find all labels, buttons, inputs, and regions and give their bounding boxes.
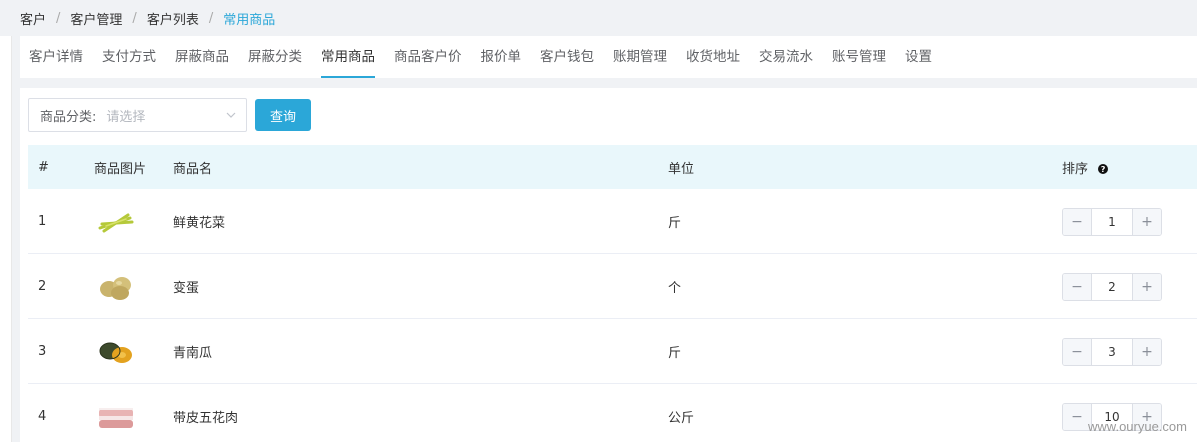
sort-stepper: − 1 +	[1062, 207, 1162, 236]
breadcrumb-item[interactable]: 客户管理	[70, 9, 122, 28]
main-panel: 商品分类: 请选择 查询 # 商品图片 商品名 单位 排序? 1 鲜黄花菜 斤 …	[20, 88, 1197, 442]
category-select-placeholder: 请选择	[106, 109, 146, 125]
tab-account-management[interactable]: 账号管理	[832, 36, 886, 78]
tab-common-products[interactable]: 常用商品	[321, 36, 375, 78]
row-num: 3	[38, 344, 47, 359]
breadcrumb-item[interactable]: 客户	[20, 9, 46, 28]
sort-input[interactable]: 2	[1092, 274, 1132, 300]
common-products-table: # 商品图片 商品名 单位 排序? 1 鲜黄花菜 斤 − 1 + 2 变蛋 个 …	[28, 145, 1197, 442]
row-num: 4	[38, 409, 47, 424]
question-icon[interactable]: ?	[1098, 164, 1109, 174]
breadcrumb-item[interactable]: 客户列表	[147, 9, 199, 28]
preserved-egg-image	[94, 254, 138, 319]
increment-button[interactable]: +	[1132, 273, 1161, 300]
query-button[interactable]: 查询	[255, 99, 311, 131]
increment-button[interactable]: +	[1132, 338, 1161, 365]
breadcrumb: 客户 / 客户管理 / 客户列表 / 常用商品	[20, 0, 275, 36]
decrement-button[interactable]: −	[1063, 208, 1092, 235]
breadcrumb-current: 常用商品	[223, 12, 276, 28]
left-edge	[0, 0, 12, 442]
header-sort-label: 排序	[1062, 161, 1089, 177]
row-num: 2	[38, 279, 47, 294]
tab-bar: 客户详情 支付方式 屏蔽商品 屏蔽分类 常用商品 商品客户价 报价单 客户钱包 …	[20, 36, 1197, 78]
breadcrumb-separator: /	[56, 10, 61, 26]
chevron-down-icon	[226, 112, 236, 118]
product-unit: 斤	[668, 346, 682, 361]
increment-button[interactable]: +	[1132, 208, 1161, 235]
product-name: 鲜黄花菜	[173, 216, 226, 231]
tab-credit-period[interactable]: 账期管理	[613, 36, 667, 78]
tab-blocked-categories[interactable]: 屏蔽分类	[248, 36, 302, 78]
tab-customer-price[interactable]: 商品客户价	[394, 36, 462, 78]
product-unit: 个	[668, 281, 682, 296]
green-pumpkin-image	[94, 319, 138, 384]
category-select-label: 商品分类:	[40, 109, 97, 125]
table-row: 1 鲜黄花菜 斤 − 1 +	[28, 189, 1197, 254]
header-name: 商品名	[173, 161, 213, 177]
sort-cell: − 3 +	[1062, 319, 1162, 384]
tab-customer-detail[interactable]: 客户详情	[29, 36, 83, 78]
sort-input[interactable]: 1	[1092, 209, 1132, 235]
tab-wallet[interactable]: 客户钱包	[540, 36, 594, 78]
row-num: 1	[38, 214, 47, 229]
tab-payment-method[interactable]: 支付方式	[102, 36, 156, 78]
sort-cell: − 1 +	[1062, 189, 1162, 254]
header-unit: 单位	[668, 161, 695, 177]
category-select[interactable]: 商品分类: 请选择	[28, 98, 247, 132]
header-num: #	[38, 159, 49, 175]
sort-cell: − 2 +	[1062, 254, 1162, 319]
tab-transactions[interactable]: 交易流水	[759, 36, 813, 78]
tab-shipping-address[interactable]: 收货地址	[686, 36, 740, 78]
pork-belly-image	[94, 384, 138, 442]
header-image: 商品图片	[94, 161, 147, 177]
product-name: 带皮五花肉	[173, 411, 239, 426]
breadcrumb-separator: /	[132, 10, 137, 26]
tab-settings[interactable]: 设置	[905, 36, 932, 78]
table-row: 2 变蛋 个 − 2 +	[28, 254, 1197, 319]
product-name: 变蛋	[173, 281, 200, 296]
tab-blocked-products[interactable]: 屏蔽商品	[175, 36, 229, 78]
sort-stepper: − 2 +	[1062, 272, 1162, 301]
sort-stepper: − 3 +	[1062, 337, 1162, 366]
watermark: www.ouryue.com	[1088, 419, 1187, 434]
header-sort: 排序?	[1062, 158, 1109, 177]
product-unit: 斤	[668, 216, 682, 231]
daylily-image	[94, 189, 138, 254]
product-unit: 公斤	[668, 411, 695, 426]
table-header: # 商品图片 商品名 单位 排序?	[28, 145, 1197, 189]
decrement-button[interactable]: −	[1063, 338, 1092, 365]
table-row: 4 带皮五花肉 公斤 − 10 +	[28, 384, 1197, 442]
breadcrumb-separator: /	[208, 10, 214, 26]
sort-input[interactable]: 3	[1092, 339, 1132, 365]
decrement-button[interactable]: −	[1063, 273, 1092, 300]
product-name: 青南瓜	[173, 346, 213, 361]
table-row: 3 青南瓜 斤 − 3 +	[28, 319, 1197, 384]
tab-quotation[interactable]: 报价单	[481, 36, 522, 78]
